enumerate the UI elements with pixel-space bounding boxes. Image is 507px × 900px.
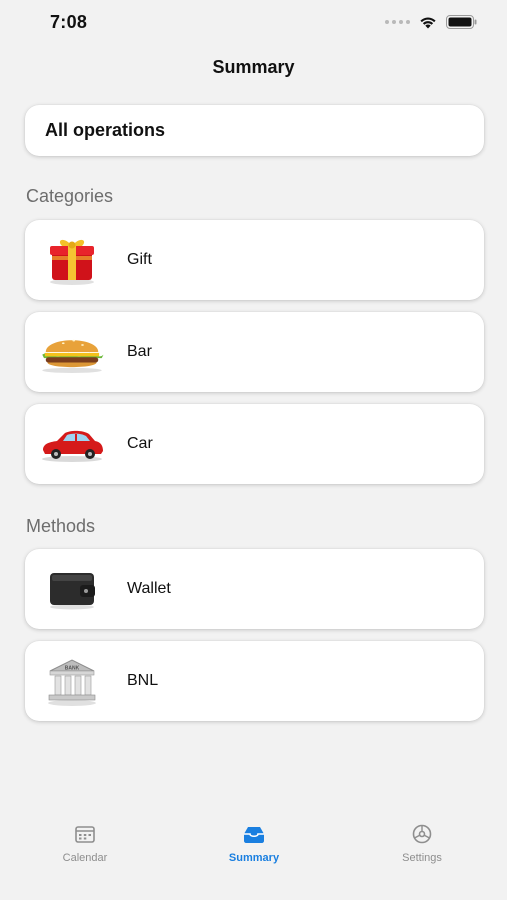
wifi-icon <box>420 17 436 28</box>
tab-calendar[interactable]: Calendar <box>25 822 145 864</box>
tab-label: Calendar <box>62 852 108 864</box>
battery-icon <box>446 15 477 29</box>
category-label: Car <box>127 435 153 452</box>
tab-settings[interactable]: Settings <box>362 822 482 864</box>
gift-icon <box>37 230 107 290</box>
calendar-icon <box>75 826 95 843</box>
cellular-signal-icon <box>385 20 410 24</box>
settings-icon <box>412 824 432 844</box>
all-operations-button[interactable]: All operations <box>25 105 484 156</box>
method-label: BNL <box>127 672 159 689</box>
method-row-wallet[interactable]: Wallet <box>25 549 484 629</box>
category-row-gift[interactable]: Gift <box>25 220 484 300</box>
category-label: Gift <box>127 251 152 268</box>
app-screen: 7:08 Summary All operations Categories G… <box>0 0 507 900</box>
status-time: 7:08 <box>50 12 88 32</box>
category-row-bar[interactable]: Bar <box>25 312 484 392</box>
category-label: Bar <box>127 343 152 360</box>
car-icon <box>37 414 107 474</box>
methods-header: Methods <box>26 516 96 536</box>
method-row-bnl[interactable]: BANK BNL <box>25 641 484 721</box>
bank-sign: BANK <box>65 666 80 672</box>
bank-icon: BANK <box>37 651 107 711</box>
tab-label: Settings <box>402 852 442 864</box>
tab-summary[interactable]: Summary <box>194 822 314 864</box>
status-bar: 7:08 <box>0 0 507 46</box>
method-label: Wallet <box>127 580 171 597</box>
status-icons <box>385 15 477 29</box>
burger-icon <box>37 322 107 382</box>
all-operations-label: All operations <box>45 120 166 140</box>
category-row-car[interactable]: Car <box>25 404 484 484</box>
tab-label: Summary <box>228 852 280 864</box>
page-title: Summary <box>212 57 295 77</box>
wallet-icon <box>37 559 107 619</box>
tray-icon <box>244 827 264 843</box>
categories-header: Categories <box>26 186 114 206</box>
